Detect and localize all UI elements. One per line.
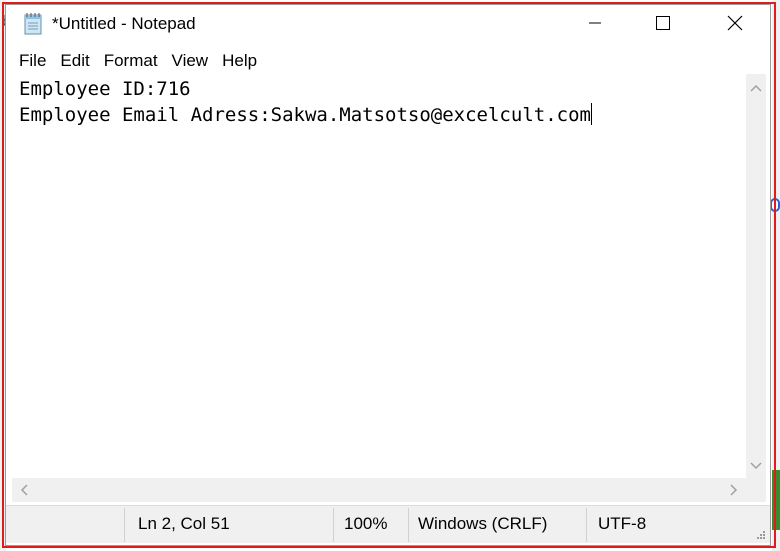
menu-file[interactable]: File xyxy=(6,49,53,73)
background-green-block xyxy=(772,470,780,530)
scroll-down-button[interactable] xyxy=(748,458,764,474)
editor-line: Employee Email Adress:Sakwa.Matsotso@exc… xyxy=(19,103,592,127)
notepad-icon xyxy=(24,13,42,35)
menu-bar: File Edit Format View Help xyxy=(6,49,264,73)
status-divider xyxy=(408,508,409,542)
menu-format[interactable]: Format xyxy=(97,49,165,73)
status-bar: Ln 2, Col 51 100% Windows (CRLF) UTF-8 xyxy=(6,505,770,543)
chevron-down-icon xyxy=(750,462,762,470)
desktop-background-right xyxy=(772,0,780,551)
close-icon xyxy=(727,15,743,31)
vertical-scrollbar[interactable] xyxy=(746,74,766,478)
chevron-left-icon xyxy=(20,484,28,496)
maximize-button[interactable] xyxy=(640,5,686,41)
horizontal-scrollbar[interactable] xyxy=(12,478,746,502)
scroll-right-button[interactable] xyxy=(726,482,742,498)
status-divider xyxy=(333,508,334,542)
resize-grip-icon[interactable] xyxy=(752,528,766,542)
editor-line: Employee ID:716 xyxy=(19,77,191,101)
window-title: *Untitled - Notepad xyxy=(52,14,196,33)
minimize-button[interactable] xyxy=(572,5,618,41)
editor-line-text: Employee ID:716 xyxy=(19,78,191,100)
background-radio-icon xyxy=(770,198,780,212)
notepad-window: *Untitled - Notepad File Edit Format Vie… xyxy=(5,4,771,546)
text-editor[interactable]: Employee ID:716 Employee Email Adress:Sa… xyxy=(12,74,746,478)
text-caret xyxy=(590,103,592,125)
menu-help[interactable]: Help xyxy=(215,49,264,73)
scrollbar-corner xyxy=(746,478,766,502)
status-line-ending: Windows (CRLF) xyxy=(418,514,548,533)
close-button[interactable] xyxy=(712,5,758,41)
status-divider xyxy=(124,508,125,542)
title-bar[interactable]: *Untitled - Notepad xyxy=(6,5,770,41)
minimize-icon xyxy=(589,22,601,24)
menu-edit[interactable]: Edit xyxy=(53,49,96,73)
editor-line-text: Employee Email Adress:Sakwa.Matsotso@exc… xyxy=(19,104,591,126)
scroll-up-button[interactable] xyxy=(748,80,764,96)
menu-view[interactable]: View xyxy=(165,49,216,73)
chevron-right-icon xyxy=(730,484,738,496)
maximize-icon xyxy=(656,16,670,30)
status-zoom: 100% xyxy=(344,514,388,533)
scroll-left-button[interactable] xyxy=(16,482,32,498)
chevron-up-icon xyxy=(750,84,762,92)
status-encoding: UTF-8 xyxy=(598,514,647,533)
status-cursor-position: Ln 2, Col 51 xyxy=(138,514,230,533)
status-divider xyxy=(586,508,587,542)
